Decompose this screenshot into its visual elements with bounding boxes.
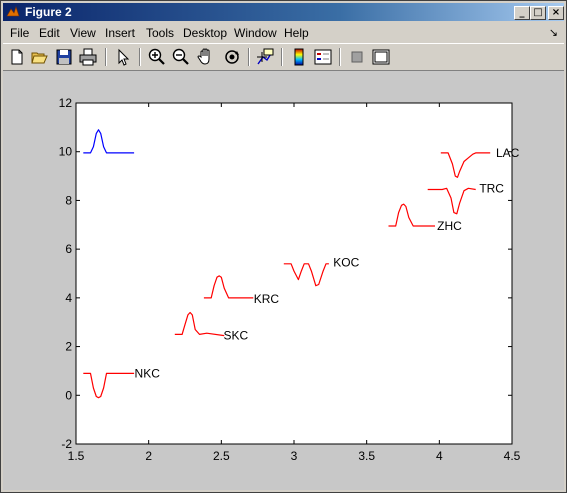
menu-edit[interactable]: Edit	[39, 26, 60, 40]
curve-label-krc: KRC	[254, 292, 280, 306]
menu-window[interactable]: Window	[234, 26, 277, 40]
zoom-in-icon[interactable]	[147, 47, 167, 67]
menu-file[interactable]: File	[10, 26, 29, 40]
y-tick-label: -2	[61, 437, 72, 451]
menu-view[interactable]: View	[70, 26, 96, 40]
edit-plot-arrow-icon[interactable]	[113, 47, 133, 67]
y-tick-label: 2	[65, 340, 72, 354]
open-file-icon[interactable]	[30, 47, 50, 67]
show-plot-tools-icon[interactable]	[371, 47, 391, 67]
x-tick-label: 4	[436, 449, 443, 463]
x-tick-label: 2.5	[213, 449, 230, 463]
data-cursor-icon[interactable]	[255, 47, 275, 67]
axes-background	[76, 103, 512, 444]
toolbar-separator	[248, 48, 250, 66]
curve-label-trc: TRC	[479, 181, 504, 195]
y-tick-label: 6	[65, 242, 72, 256]
minimize-button[interactable]: _	[514, 6, 530, 20]
y-tick-label: 0	[65, 388, 72, 402]
menu-insert[interactable]: Insert	[105, 26, 135, 40]
zoom-out-icon[interactable]	[171, 47, 191, 67]
window-title: Figure 2	[25, 5, 72, 19]
rotate-3d-icon[interactable]	[222, 47, 242, 67]
insert-legend-icon[interactable]	[313, 47, 333, 67]
x-tick-label: 3	[291, 449, 298, 463]
toolbar-separator	[281, 48, 283, 66]
menu-tools[interactable]: Tools	[146, 26, 174, 40]
x-tick-label: 4.5	[504, 449, 521, 463]
x-tick-label: 2	[145, 449, 152, 463]
curve-label-lac: LAC	[496, 146, 520, 160]
curve-label-zhc: ZHC	[437, 219, 462, 233]
y-tick-label: 10	[59, 145, 73, 159]
plot-axes[interactable]: 1.5 2 2.5 3 3.5 4 4.5 -2 0 2 4 6 8 10 12 NKC SKC KRC KOC ZH…	[3, 71, 564, 490]
y-tick-label: 4	[65, 291, 72, 305]
curve-label-nkc: NKC	[135, 366, 161, 380]
figure-window: Figure 2 _ □ × File Edit View Insert Too…	[0, 0, 567, 493]
curve-label-koc: KOC	[333, 256, 359, 270]
toolbar-separator	[105, 48, 107, 66]
print-icon[interactable]	[78, 47, 98, 67]
pan-hand-icon[interactable]	[196, 47, 216, 67]
save-icon[interactable]	[54, 47, 74, 67]
toolbar-separator	[139, 48, 141, 66]
toolbar-separator	[339, 48, 341, 66]
y-tick-label: 8	[65, 193, 72, 207]
maximize-button[interactable]: □	[530, 6, 546, 20]
curve-label-skc: SKC	[224, 329, 249, 343]
matlab-logo-icon	[6, 6, 20, 17]
new-figure-icon[interactable]	[7, 47, 27, 67]
hide-plot-tools-icon[interactable]	[347, 47, 367, 67]
figure-toolbar	[3, 43, 564, 71]
close-button[interactable]: ×	[548, 6, 564, 20]
figure-canvas: 1.5 2 2.5 3 3.5 4 4.5 -2 0 2 4 6 8 10 12 NKC SKC KRC KOC ZH…	[3, 71, 564, 490]
x-tick-label: 1.5	[68, 449, 85, 463]
menu-help[interactable]: Help	[284, 26, 309, 40]
y-tick-label: 12	[59, 96, 73, 110]
menu-desktop[interactable]: Desktop	[183, 26, 227, 40]
dock-arrow-icon[interactable]: ↘	[549, 26, 558, 39]
title-bar[interactable]: Figure 2 _ □ ×	[3, 3, 564, 21]
menu-bar: File Edit View Insert Tools Desktop Wind…	[3, 23, 564, 42]
x-tick-label: 3.5	[358, 449, 375, 463]
insert-colorbar-icon[interactable]	[289, 47, 309, 67]
